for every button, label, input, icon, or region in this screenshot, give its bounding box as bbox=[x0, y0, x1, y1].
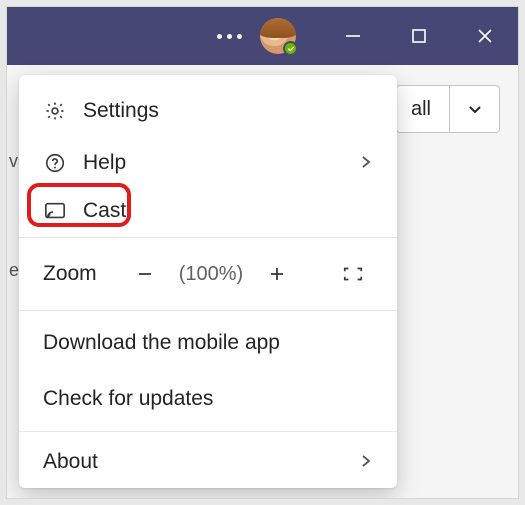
menu-item-help[interactable]: Help bbox=[19, 137, 397, 189]
close-button[interactable] bbox=[452, 7, 518, 65]
call-button[interactable]: all bbox=[396, 85, 450, 133]
menu-item-about[interactable]: About bbox=[19, 436, 397, 488]
chevron-down-icon bbox=[466, 100, 484, 118]
zoom-in-button[interactable] bbox=[257, 256, 297, 292]
plus-icon bbox=[268, 265, 286, 283]
titlebar bbox=[7, 7, 518, 65]
menu-label: Settings bbox=[83, 99, 373, 123]
minimize-button[interactable] bbox=[320, 7, 386, 65]
titlebar-left bbox=[15, 18, 320, 54]
cast-icon bbox=[43, 199, 67, 223]
menu-separator bbox=[19, 237, 397, 238]
menu-item-zoom: Zoom (100%) bbox=[19, 242, 397, 306]
presence-available-icon bbox=[283, 41, 298, 56]
zoom-out-button[interactable] bbox=[125, 256, 165, 292]
menu-label: About bbox=[43, 450, 343, 474]
help-icon bbox=[43, 151, 67, 175]
menu-item-download-app[interactable]: Download the mobile app bbox=[19, 315, 397, 371]
call-button-label: all bbox=[411, 98, 431, 121]
menu-label: Help bbox=[83, 151, 343, 175]
zoom-percentage: (100%) bbox=[173, 263, 249, 286]
content-area: all v e Settings bbox=[7, 65, 518, 498]
menu-item-settings[interactable]: Settings bbox=[19, 85, 397, 137]
menu-label: Check for updates bbox=[43, 387, 213, 410]
profile-avatar[interactable] bbox=[260, 18, 296, 54]
call-dropdown-button[interactable] bbox=[450, 85, 500, 133]
menu-label: Download the mobile app bbox=[43, 331, 280, 354]
chevron-right-icon bbox=[359, 151, 373, 175]
window-controls bbox=[320, 7, 518, 65]
more-options-icon[interactable] bbox=[217, 34, 242, 39]
fullscreen-icon bbox=[342, 265, 364, 283]
menu-separator bbox=[19, 431, 397, 432]
profile-menu-dropdown: Settings Help bbox=[19, 75, 397, 488]
maximize-button[interactable] bbox=[386, 7, 452, 65]
menu-label: Cast bbox=[83, 199, 373, 223]
menu-item-cast[interactable]: Cast bbox=[19, 189, 397, 233]
zoom-label: Zoom bbox=[43, 262, 97, 286]
gear-icon bbox=[43, 99, 67, 123]
minus-icon bbox=[136, 265, 154, 283]
call-split-button: all bbox=[396, 85, 500, 133]
chevron-right-icon bbox=[359, 450, 373, 474]
menu-item-check-updates[interactable]: Check for updates bbox=[19, 371, 397, 427]
fullscreen-button[interactable] bbox=[333, 265, 373, 283]
app-window: all v e Settings bbox=[6, 6, 519, 499]
menu-separator bbox=[19, 310, 397, 311]
